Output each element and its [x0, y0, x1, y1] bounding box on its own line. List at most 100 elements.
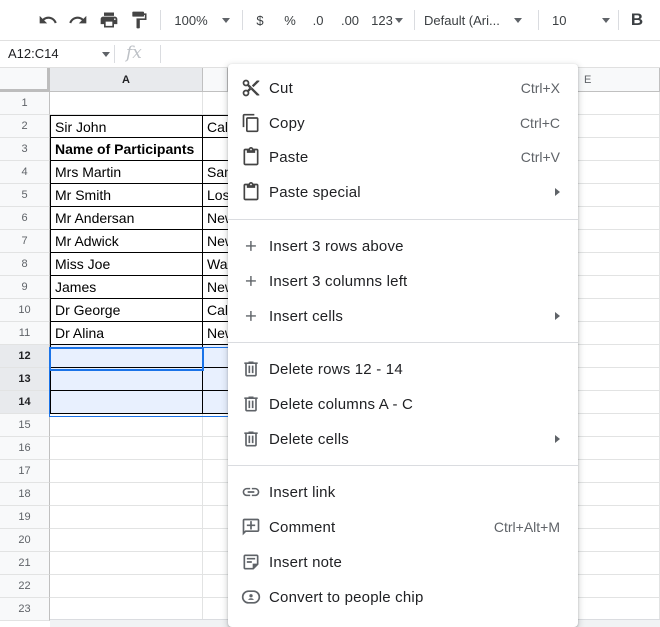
cell-a[interactable]: [50, 92, 203, 115]
percent-button[interactable]: %: [280, 8, 300, 32]
row-header[interactable]: 23: [0, 598, 50, 621]
column-header-b[interactable]: [203, 68, 228, 92]
cell-b[interactable]: [202, 552, 230, 575]
select-all-corner[interactable]: [0, 68, 50, 92]
cell-a[interactable]: [50, 368, 203, 391]
cell-b[interactable]: New: [202, 322, 230, 345]
menu-item-insert-rows[interactable]: Insert 3 rows above: [228, 229, 578, 263]
cell-b[interactable]: [202, 460, 230, 483]
menu-item-comment[interactable]: Comment Ctrl+Alt+M: [228, 510, 578, 544]
cell-a[interactable]: [50, 460, 203, 483]
row-header[interactable]: 18: [0, 483, 50, 506]
cell-e[interactable]: [578, 391, 660, 414]
menu-item-paste[interactable]: Paste Ctrl+V: [228, 140, 578, 174]
menu-item-delete-rows[interactable]: Delete rows 12 - 14: [228, 352, 578, 386]
cell-b[interactable]: [202, 391, 230, 414]
cell-a[interactable]: [50, 598, 203, 621]
cell-b[interactable]: [202, 598, 230, 621]
cell-e[interactable]: [578, 207, 660, 230]
row-header[interactable]: 11: [0, 322, 50, 345]
cell-e[interactable]: [578, 368, 660, 391]
cell-e[interactable]: [578, 552, 660, 575]
cell-b[interactable]: Los: [202, 184, 230, 207]
cell-b[interactable]: [202, 414, 230, 437]
cell-e[interactable]: [578, 322, 660, 345]
zoom-select[interactable]: 100%: [170, 8, 234, 32]
cell-a[interactable]: Dr Alina: [50, 322, 203, 345]
row-header[interactable]: 7: [0, 230, 50, 253]
cell-b[interactable]: [202, 506, 230, 529]
bold-button[interactable]: B: [626, 8, 648, 32]
cell-b[interactable]: [202, 138, 230, 161]
column-header-a[interactable]: A: [50, 68, 203, 92]
cell-b[interactable]: Wa: [202, 253, 230, 276]
cell-a[interactable]: [50, 483, 203, 506]
cell-b[interactable]: Cal: [202, 115, 230, 138]
cell-a[interactable]: Dr George: [50, 299, 203, 322]
cell-e[interactable]: [578, 138, 660, 161]
row-header[interactable]: 19: [0, 506, 50, 529]
increase-decimal-button[interactable]: .00: [336, 8, 364, 32]
print-button[interactable]: [97, 8, 121, 32]
cell-b[interactable]: [202, 529, 230, 552]
row-header[interactable]: 22: [0, 575, 50, 598]
cell-b[interactable]: New: [202, 230, 230, 253]
cell-b[interactable]: New: [202, 276, 230, 299]
row-header[interactable]: 2: [0, 115, 50, 138]
column-header-e[interactable]: E: [578, 68, 660, 92]
cell-e[interactable]: [578, 161, 660, 184]
cell-a[interactable]: [50, 552, 203, 575]
decrease-decimal-button[interactable]: .0: [306, 8, 330, 32]
row-header[interactable]: 5: [0, 184, 50, 207]
row-header[interactable]: 14: [0, 391, 50, 414]
cell-a[interactable]: [50, 437, 203, 460]
menu-item-people-chip[interactable]: Convert to people chip: [228, 580, 578, 614]
cell-e[interactable]: [578, 230, 660, 253]
cell-b[interactable]: [202, 345, 230, 368]
cell-e[interactable]: [578, 529, 660, 552]
menu-item-delete-cells[interactable]: Delete cells: [228, 422, 578, 456]
cell-e[interactable]: [578, 460, 660, 483]
menu-item-insert-columns[interactable]: Insert 3 columns left: [228, 264, 578, 298]
row-header[interactable]: 8: [0, 253, 50, 276]
cell-b[interactable]: New: [202, 207, 230, 230]
menu-item-insert-link[interactable]: Insert link: [228, 475, 578, 509]
row-header[interactable]: 12: [0, 345, 50, 368]
cell-b[interactable]: [202, 92, 230, 115]
cell-b[interactable]: [202, 368, 230, 391]
redo-button[interactable]: [66, 8, 90, 32]
cell-a[interactable]: Mrs Martin: [50, 161, 203, 184]
cell-a[interactable]: Mr Adwick: [50, 230, 203, 253]
row-header[interactable]: 9: [0, 276, 50, 299]
cell-e[interactable]: [578, 506, 660, 529]
cell-b[interactable]: San: [202, 161, 230, 184]
font-size-select[interactable]: 10: [546, 8, 612, 32]
more-formats-select[interactable]: 123: [368, 8, 406, 32]
cell-a[interactable]: [50, 345, 203, 368]
cell-a[interactable]: [50, 506, 203, 529]
cell-e[interactable]: [578, 253, 660, 276]
cell-e[interactable]: [578, 414, 660, 437]
row-header[interactable]: 10: [0, 299, 50, 322]
menu-item-insert-note[interactable]: Insert note: [228, 545, 578, 579]
cell-e[interactable]: [578, 575, 660, 598]
cell-a[interactable]: [50, 529, 203, 552]
chevron-down-icon[interactable]: [102, 52, 110, 57]
cell-e[interactable]: [578, 345, 660, 368]
cell-b[interactable]: [202, 437, 230, 460]
row-header[interactable]: 16: [0, 437, 50, 460]
cell-e[interactable]: [578, 299, 660, 322]
cell-a[interactable]: [50, 414, 203, 437]
cell-a[interactable]: [50, 575, 203, 598]
undo-button[interactable]: [36, 8, 60, 32]
cell-a[interactable]: Miss Joe: [50, 253, 203, 276]
cell-b[interactable]: [202, 575, 230, 598]
font-select[interactable]: Default (Ari...: [424, 8, 530, 32]
row-header[interactable]: 4: [0, 161, 50, 184]
cell-e[interactable]: [578, 276, 660, 299]
cell-e[interactable]: [578, 92, 660, 115]
cell-a[interactable]: Name of Participants: [50, 138, 203, 161]
row-header[interactable]: 21: [0, 552, 50, 575]
currency-button[interactable]: $: [250, 8, 270, 32]
cell-e[interactable]: [578, 437, 660, 460]
